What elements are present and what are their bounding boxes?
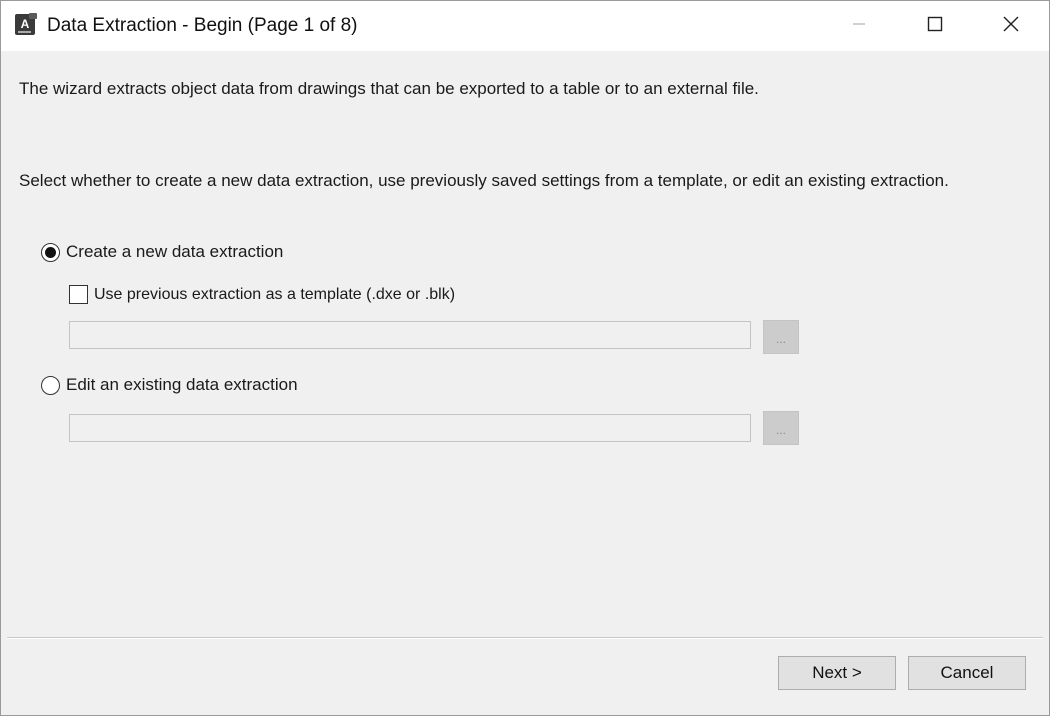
edit-existing-option[interactable]: Edit an existing data extraction <box>41 375 298 395</box>
browse-label: ... <box>775 332 786 346</box>
close-icon <box>1002 15 1020 38</box>
create-new-radio[interactable] <box>41 242 60 262</box>
svg-text:A: A <box>21 17 30 31</box>
instruction-text: Select whether to create a new data extr… <box>19 171 949 190</box>
existing-path-input[interactable] <box>69 414 751 442</box>
edit-existing-label: Edit an existing data extraction <box>66 375 298 394</box>
existing-browse-button[interactable]: ... <box>763 411 799 445</box>
cancel-button[interactable]: Cancel <box>908 656 1026 690</box>
footer-separator <box>7 637 1043 639</box>
template-browse-button[interactable]: ... <box>763 320 799 354</box>
create-new-label: Create a new data extraction <box>66 242 284 261</box>
template-path-input[interactable] <box>69 321 751 349</box>
browse-label: ... <box>775 423 786 437</box>
dialog-content: The wizard extracts object data from dra… <box>1 51 1049 715</box>
create-new-option[interactable]: Create a new data extraction <box>41 242 283 262</box>
minimize-button[interactable] <box>821 1 897 51</box>
maximize-icon <box>927 16 943 37</box>
edit-existing-radio[interactable] <box>41 375 60 395</box>
use-template-checkbox[interactable] <box>69 285 88 304</box>
intro-text: The wizard extracts object data from dra… <box>19 79 759 98</box>
autocad-app-icon: A <box>14 13 38 37</box>
radio-selected-dot <box>45 246 56 258</box>
maximize-button[interactable] <box>897 1 973 51</box>
title-bar[interactable]: A Data Extraction - Begin (Page 1 of 8) <box>1 1 1049 51</box>
use-template-label: Use previous extraction as a template (.… <box>94 285 456 303</box>
use-template-option[interactable]: Use previous extraction as a template (.… <box>69 285 455 304</box>
next-button[interactable]: Next > <box>778 656 896 690</box>
window-title: Data Extraction - Begin (Page 1 of 8) <box>47 15 358 36</box>
close-button[interactable] <box>973 1 1049 51</box>
dialog-window: A Data Extraction - Begin (Page 1 of 8) … <box>0 0 1050 716</box>
minimize-icon <box>851 16 867 37</box>
